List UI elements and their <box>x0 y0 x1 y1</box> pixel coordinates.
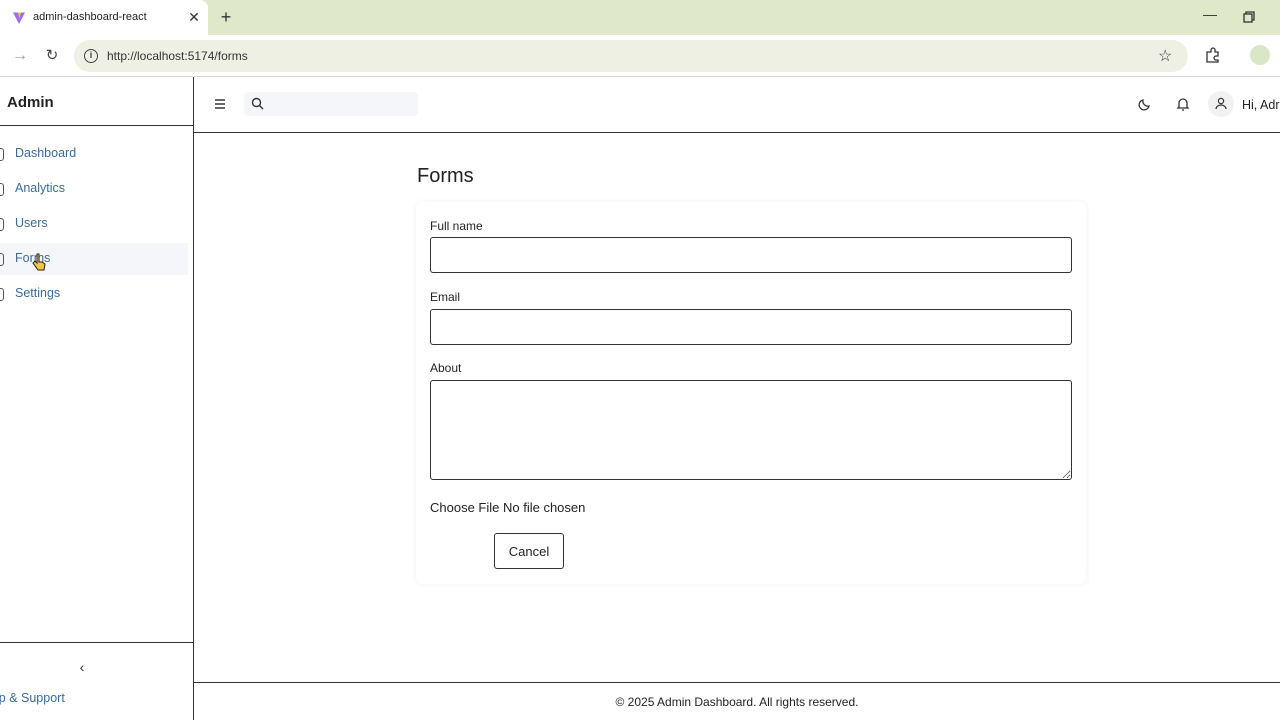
sidebar-brand: Admin <box>7 94 54 111</box>
sidebar-item-analytics[interactable]: Analytics <box>0 173 188 205</box>
footer: © 2025 Admin Dashboard. All rights reser… <box>194 682 1280 720</box>
email-field[interactable] <box>430 309 1072 345</box>
vite-logo-icon <box>13 12 25 24</box>
reload-icon[interactable]: ↻ <box>42 46 62 66</box>
main-content: Forms Full name Email About Choose File … <box>194 134 1280 682</box>
dashboard-icon <box>0 148 4 161</box>
sidebar: Admin Dashboard Analytics Users Forms Se… <box>0 77 194 720</box>
sidebar-item-users[interactable]: Users <box>0 208 188 240</box>
email-label: Email <box>430 290 461 304</box>
url-text[interactable]: http://localhost:5174/forms <box>107 49 248 63</box>
app-header: Hi, Adr <box>194 77 1280 133</box>
avatar[interactable] <box>1208 91 1234 117</box>
sidebar-item-dashboard[interactable]: Dashboard <box>0 138 188 170</box>
forward-icon[interactable]: → <box>10 46 30 66</box>
notification-bell-icon[interactable] <box>1176 96 1190 112</box>
about-textarea[interactable] <box>430 380 1072 480</box>
sidebar-item-label: Users <box>15 216 48 230</box>
new-tab-icon[interactable]: + <box>217 7 235 27</box>
cancel-button[interactable]: Cancel <box>494 533 564 569</box>
sidebar-divider <box>0 125 193 126</box>
hand-cursor-icon <box>32 253 46 271</box>
browser-profile-icon[interactable] <box>1250 45 1270 65</box>
tab-close-icon[interactable]: ✕ <box>186 8 202 26</box>
site-info-icon[interactable]: i <box>84 49 98 63</box>
search-box <box>244 92 418 116</box>
page-title: Forms <box>417 165 474 187</box>
sidebar-item-label: Dashboard <box>15 146 77 160</box>
forms-icon <box>0 253 4 266</box>
help-support-link[interactable]: lp & Support <box>0 691 65 705</box>
menu-icon[interactable] <box>214 98 226 110</box>
address-bar[interactable]: i http://localhost:5174/forms ☆ <box>74 40 1188 72</box>
browser-toolbar: → ↻ i http://localhost:5174/forms ☆ <box>0 35 1280 77</box>
search-input[interactable] <box>270 95 414 113</box>
sidebar-item-settings[interactable]: Settings <box>0 278 188 310</box>
footer-copyright: © 2025 Admin Dashboard. All rights reser… <box>615 695 859 709</box>
analytics-icon <box>0 183 4 196</box>
extensions-icon[interactable] <box>1204 46 1222 64</box>
sidebar-bottom-divider <box>0 642 193 643</box>
sidebar-item-forms[interactable]: Forms <box>0 243 188 275</box>
file-upload-input[interactable]: Choose File No file chosen <box>430 500 585 515</box>
browser-tab[interactable]: admin-dashboard-react ✕ <box>0 0 208 35</box>
browser-tab-strip: admin-dashboard-react ✕ + — <box>0 0 1280 35</box>
form-card: Full name Email About Choose File No fil… <box>416 202 1086 584</box>
sidebar-item-label: Settings <box>15 286 61 300</box>
user-greeting[interactable]: Hi, Adr <box>1242 98 1280 112</box>
user-icon <box>1215 97 1227 110</box>
minimize-icon[interactable]: — <box>1200 6 1220 26</box>
bookmark-star-icon[interactable]: ☆ <box>1158 46 1172 66</box>
about-label: About <box>430 361 462 375</box>
collapse-sidebar-icon[interactable]: ‹ <box>74 659 90 675</box>
tab-title: admin-dashboard-react <box>33 11 147 23</box>
sidebar-item-label: Analytics <box>15 181 66 195</box>
restore-window-icon[interactable] <box>1240 8 1258 26</box>
full-name-label: Full name <box>430 219 483 233</box>
dark-mode-icon[interactable] <box>1138 97 1152 111</box>
search-icon <box>251 97 264 110</box>
users-icon <box>0 218 4 231</box>
full-name-field[interactable] <box>430 237 1072 273</box>
settings-icon <box>0 288 4 301</box>
